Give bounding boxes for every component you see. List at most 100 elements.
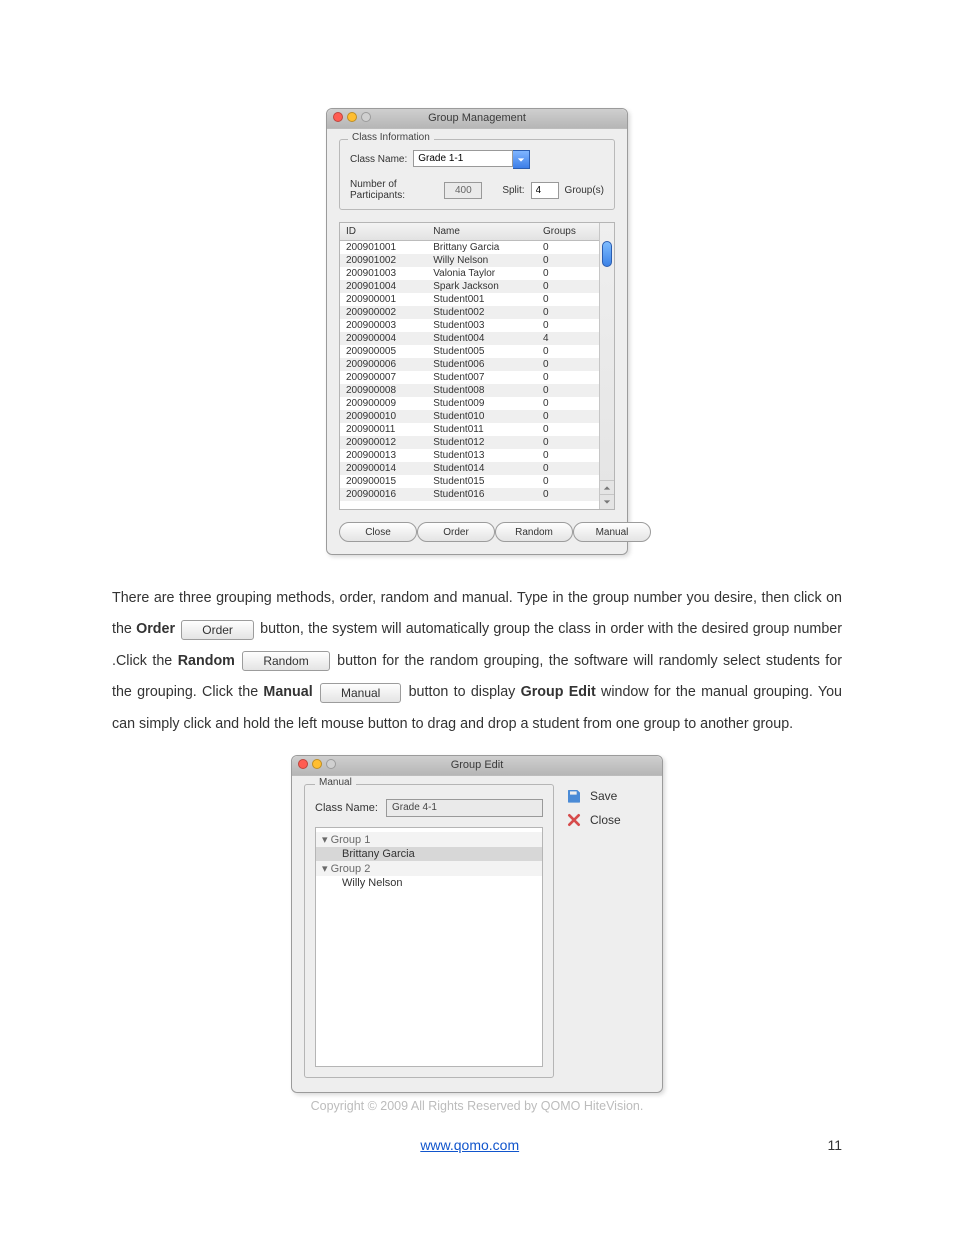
table-row[interactable]: 200901001Brittany Garcia0: [340, 241, 600, 255]
close-button[interactable]: Close: [566, 812, 650, 828]
cell-groups: 0: [537, 254, 600, 267]
table-row[interactable]: 200900004Student0044: [340, 332, 600, 345]
cell-name: Student004: [427, 332, 537, 345]
window-titlebar[interactable]: Group Edit: [292, 756, 662, 776]
cell-id: 200900013: [340, 449, 427, 462]
group-header[interactable]: Group 2: [316, 861, 542, 876]
cell-id: 200900005: [340, 345, 427, 358]
description-text: There are three grouping methods, order,…: [112, 583, 842, 740]
fieldset-legend: Class Information: [348, 132, 434, 143]
table-row[interactable]: 200900011Student0110: [340, 423, 600, 436]
cell-groups: 0: [537, 293, 600, 306]
cell-name: Student005: [427, 345, 537, 358]
class-name-select[interactable]: [413, 150, 513, 167]
class-name-field: [386, 799, 543, 817]
cell-groups: 0: [537, 462, 600, 475]
col-groups[interactable]: Groups: [537, 223, 600, 241]
student-table: ID Name Groups 200901001Brittany Garcia0…: [339, 222, 615, 510]
order-button[interactable]: Order: [417, 522, 495, 542]
scrollbar[interactable]: [599, 223, 614, 509]
manual-button[interactable]: Manual: [573, 522, 651, 542]
close-icon[interactable]: [333, 112, 343, 122]
save-button[interactable]: Save: [566, 788, 650, 804]
close-icon[interactable]: [298, 759, 308, 769]
random-button[interactable]: Random: [495, 522, 573, 542]
col-id[interactable]: ID: [340, 223, 427, 241]
scroll-up-icon[interactable]: [600, 480, 614, 495]
cell-id: 200900011: [340, 423, 427, 436]
table-row[interactable]: 200900014Student0140: [340, 462, 600, 475]
minimize-icon[interactable]: [347, 112, 357, 122]
cell-id: 200900003: [340, 319, 427, 332]
table-row[interactable]: 200900001Student0010: [340, 293, 600, 306]
table-row[interactable]: 200900008Student0080: [340, 384, 600, 397]
close-button[interactable]: Close: [339, 522, 417, 542]
cell-groups: 0: [537, 423, 600, 436]
desc-manual-bold: Manual: [263, 684, 312, 700]
cell-name: Student010: [427, 410, 537, 423]
table-row[interactable]: 200900006Student0060: [340, 358, 600, 371]
cell-groups: 0: [537, 306, 600, 319]
table-row[interactable]: 200900007Student0070: [340, 371, 600, 384]
table-row[interactable]: 200900010Student0100: [340, 410, 600, 423]
order-inline-button[interactable]: Order: [181, 620, 254, 640]
footer-link[interactable]: www.qomo.com: [420, 1137, 519, 1153]
cell-groups: 0: [537, 410, 600, 423]
cell-groups: 0: [537, 345, 600, 358]
cell-id: 200900012: [340, 436, 427, 449]
table-row[interactable]: 200900012Student0120: [340, 436, 600, 449]
cell-groups: 4: [537, 332, 600, 345]
table-row[interactable]: 200901002Willy Nelson0: [340, 254, 600, 267]
cell-id: 200900002: [340, 306, 427, 319]
page-number: 11: [827, 1137, 842, 1153]
window-titlebar[interactable]: Group Management: [327, 109, 627, 129]
cell-groups: 0: [537, 371, 600, 384]
table-row[interactable]: 200900013Student0130: [340, 449, 600, 462]
minimize-icon[interactable]: [312, 759, 322, 769]
cell-name: Student002: [427, 306, 537, 319]
cell-id: 200900014: [340, 462, 427, 475]
cell-id: 200900004: [340, 332, 427, 345]
desc-random-bold: Random: [178, 653, 235, 669]
table-row[interactable]: 200901004Spark Jackson0: [340, 280, 600, 293]
split-field[interactable]: [531, 182, 559, 199]
cell-name: Student003: [427, 319, 537, 332]
table-row[interactable]: 200900003Student0030: [340, 319, 600, 332]
zoom-icon[interactable]: [361, 112, 371, 122]
footer-copyright: Copyright © 2009 All Rights Reserved by …: [112, 1099, 842, 1113]
table-row[interactable]: 200900015Student0150: [340, 475, 600, 488]
cell-id: 200900001: [340, 293, 427, 306]
cell-name: Student012: [427, 436, 537, 449]
table-row[interactable]: 200900005Student0050: [340, 345, 600, 358]
cell-name: Student016: [427, 488, 537, 501]
split-suffix: Group(s): [565, 185, 604, 196]
table-row[interactable]: 200900016Student0160: [340, 488, 600, 501]
group-header[interactable]: Group 1: [316, 832, 542, 847]
zoom-icon[interactable]: [326, 759, 336, 769]
class-name-dropdown-icon[interactable]: [513, 150, 530, 169]
scroll-thumb[interactable]: [602, 241, 612, 267]
col-name[interactable]: Name: [427, 223, 537, 241]
cell-name: Student001: [427, 293, 537, 306]
cell-name: Student009: [427, 397, 537, 410]
cell-id: 200900009: [340, 397, 427, 410]
random-inline-button[interactable]: Random: [242, 651, 329, 671]
table-row[interactable]: 200900009Student0090: [340, 397, 600, 410]
group-tree[interactable]: Group 1Brittany GarciaGroup 2Willy Nelso…: [315, 827, 543, 1067]
table-row[interactable]: 200900002Student0020: [340, 306, 600, 319]
cell-groups: 0: [537, 358, 600, 371]
class-name-label: Class Name:: [350, 154, 407, 165]
manual-inline-button[interactable]: Manual: [320, 683, 401, 703]
cell-groups: 0: [537, 267, 600, 280]
group-member[interactable]: Brittany Garcia: [316, 847, 542, 861]
group-member[interactable]: Willy Nelson: [316, 876, 542, 890]
cell-name: Student006: [427, 358, 537, 371]
table-row[interactable]: 200901003Valonia Taylor0: [340, 267, 600, 280]
cell-groups: 0: [537, 397, 600, 410]
cell-id: 200901003: [340, 267, 427, 280]
manual-fieldset: Manual Class Name: Group 1Brittany Garci…: [304, 784, 554, 1078]
cell-groups: 0: [537, 488, 600, 501]
cell-groups: 0: [537, 475, 600, 488]
cell-name: Brittany Garcia: [427, 241, 537, 255]
scroll-down-icon[interactable]: [600, 494, 614, 509]
